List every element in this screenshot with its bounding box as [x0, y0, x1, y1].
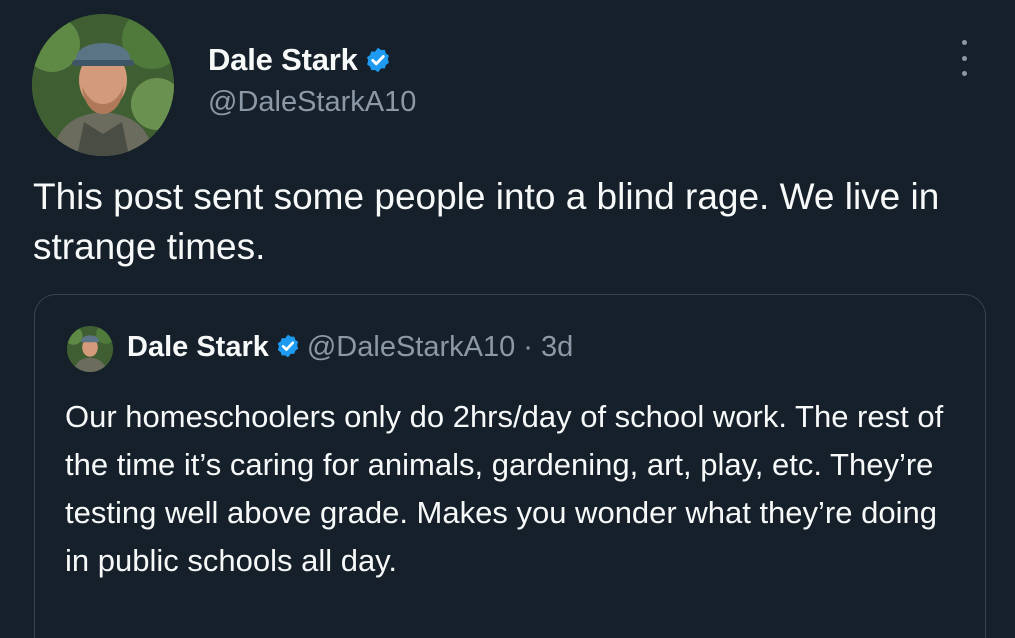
- more-options-icon[interactable]: [951, 38, 977, 78]
- quoted-timestamp: 3d: [541, 331, 574, 363]
- quoted-author-handle: @DaleStarkA10: [306, 331, 516, 363]
- tweet-text: This post sent some people into a blind …: [33, 176, 940, 267]
- tweet: Dale Stark @DaleStarkA10 This post sent …: [0, 0, 1015, 638]
- avatar-image: [32, 14, 174, 156]
- more-dot: [961, 40, 967, 45]
- author-name-row[interactable]: Dale Stark: [208, 42, 392, 78]
- quoted-tweet-text: Our homeschoolers only do 2hrs/day of sc…: [65, 399, 944, 578]
- quoted-author-name: Dale Stark: [127, 331, 269, 363]
- quoted-tweet[interactable]: Dale Stark @DaleStarkA10 · 3d Our homesch…: [34, 294, 986, 638]
- verified-badge-icon: [366, 47, 389, 73]
- verified-badge-icon: [277, 334, 299, 358]
- author-name[interactable]: Dale Stark: [208, 42, 358, 77]
- more-dot: [961, 71, 967, 76]
- avatar-image: [67, 326, 113, 372]
- more-dot: [961, 55, 967, 61]
- quoted-header: Dale Stark @DaleStarkA10 · 3d: [127, 331, 573, 364]
- quoted-separator: ·: [523, 331, 533, 363]
- quoted-author-avatar: [67, 326, 113, 372]
- author-handle[interactable]: @DaleStarkA10: [208, 86, 416, 119]
- author-avatar[interactable]: [32, 14, 174, 156]
